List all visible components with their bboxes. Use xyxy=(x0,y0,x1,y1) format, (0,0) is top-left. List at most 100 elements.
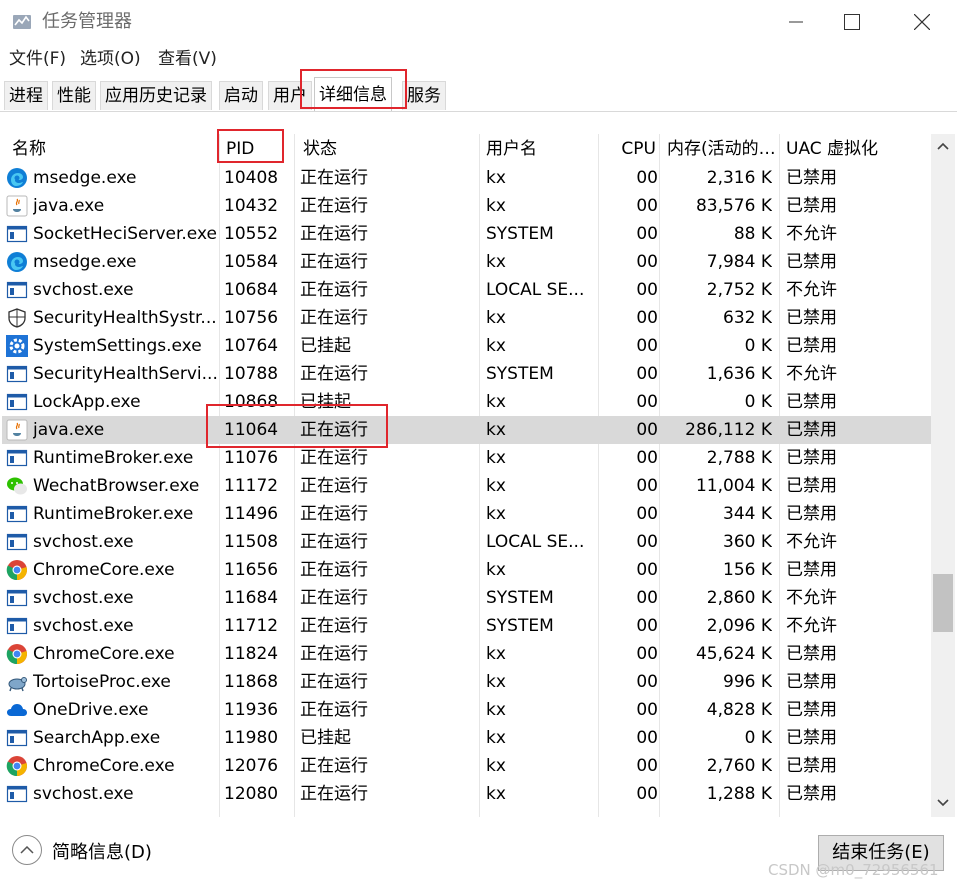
chrome-icon xyxy=(6,643,28,665)
table-row[interactable]: WechatBrowser.exe 11172 正在运行 kx 00 11,004 K 已禁… xyxy=(2,472,931,500)
scrollbar-thumb[interactable] xyxy=(933,574,953,632)
process-name: java.exe xyxy=(33,420,105,440)
process-status: 正在运行 xyxy=(300,504,368,524)
table-row[interactable]: RuntimeBroker.exe 11076 正在运行 kx 00 2,788 K 已禁用 xyxy=(2,444,931,472)
table-row[interactable]: ChromeCore.exe 12076 正在运行 kx 00 2,760 K 已禁用 xyxy=(2,752,931,780)
table-row[interactable]: SearchApp.exe 11980 已挂起 kx 00 0 K 已禁用 xyxy=(2,724,931,752)
process-pid: 11712 xyxy=(224,616,279,636)
column-user[interactable]: 用户名 xyxy=(479,134,597,164)
process-name: svchost.exe xyxy=(33,588,134,608)
tab-users[interactable]: 用户 xyxy=(268,81,312,110)
table-row[interactable]: msedge.exe 10408 正在运行 kx 00 2,316 K 已禁用 xyxy=(2,164,931,192)
tab-app-history[interactable]: 应用历史记录 xyxy=(100,81,212,110)
process-uac: 已禁用 xyxy=(786,784,837,804)
column-uac[interactable]: UAC 虚拟化 xyxy=(779,134,931,164)
menu-options[interactable]: 选项(O) xyxy=(80,48,141,70)
scroll-down-icon[interactable] xyxy=(937,799,949,807)
tortoise-icon xyxy=(6,671,28,693)
tab-details[interactable]: 详细信息 xyxy=(314,77,392,111)
table-row[interactable]: SocketHeciServer.exe 10552 正在运行 SYSTEM 00 88 … xyxy=(2,220,931,248)
chrome-icon xyxy=(6,559,28,581)
column-name[interactable]: 名称 xyxy=(2,134,217,164)
process-memory: 2,788 K xyxy=(706,448,772,468)
process-uac: 不允许 xyxy=(786,532,837,552)
process-pid: 11076 xyxy=(224,448,279,468)
process-user: kx xyxy=(486,504,506,524)
process-pid: 10756 xyxy=(224,308,279,328)
process-uac: 已禁用 xyxy=(786,756,837,776)
tab-startup[interactable]: 启动 xyxy=(219,81,263,110)
process-pid: 10788 xyxy=(224,364,279,384)
process-cpu: 00 xyxy=(636,532,658,552)
win-icon xyxy=(6,279,28,301)
table-row[interactable]: OneDrive.exe 11936 正在运行 kx 00 4,828 K 已禁用 xyxy=(2,696,931,724)
scroll-up-icon[interactable] xyxy=(937,142,949,150)
process-status: 正在运行 xyxy=(300,448,368,468)
menu-file[interactable]: 文件(F) xyxy=(9,48,66,70)
column-status[interactable]: 状态 xyxy=(293,134,479,164)
wechat-icon xyxy=(6,475,28,497)
table-row[interactable]: SecurityHealthServi... 10788 正在运行 SYSTEM 00 1… xyxy=(2,360,931,388)
process-cpu: 00 xyxy=(636,644,658,664)
minimize-button[interactable] xyxy=(764,0,828,44)
maximize-button[interactable] xyxy=(820,0,884,44)
process-user: kx xyxy=(486,644,506,664)
close-button[interactable] xyxy=(890,0,954,44)
process-memory: 2,316 K xyxy=(706,168,772,188)
process-cpu: 00 xyxy=(636,308,658,328)
process-memory: 2,860 K xyxy=(706,588,772,608)
table-row[interactable]: SecurityHealthSystr... 10756 正在运行 kx 00 632 K… xyxy=(2,304,931,332)
close-icon xyxy=(914,14,930,30)
table-row[interactable]: svchost.exe 11684 正在运行 SYSTEM 00 2,860 K 不允许 xyxy=(2,584,931,612)
process-memory: 156 K xyxy=(723,560,772,580)
process-cpu: 00 xyxy=(636,700,658,720)
win-icon xyxy=(6,783,28,805)
table-row[interactable]: java.exe 11064 正在运行 kx 00 286,112 K 已禁用 xyxy=(2,416,931,444)
fewer-details-link[interactable]: 简略信息(D) xyxy=(52,841,152,865)
process-status: 正在运行 xyxy=(300,308,368,328)
table-row[interactable]: svchost.exe 11508 正在运行 LOCAL SE... 00 360 K 不允… xyxy=(2,528,931,556)
win-icon xyxy=(6,531,28,553)
process-name: SocketHeciServer.exe xyxy=(33,224,217,244)
table-row[interactable]: svchost.exe 12080 正在运行 kx 00 1,288 K 已禁用 xyxy=(2,780,931,808)
process-status: 正在运行 xyxy=(300,168,368,188)
process-user: kx xyxy=(486,560,506,580)
table-row[interactable]: msedge.exe 10584 正在运行 kx 00 7,984 K 已禁用 xyxy=(2,248,931,276)
menu-view[interactable]: 查看(V) xyxy=(158,48,217,70)
table-row[interactable]: SystemSettings.exe 10764 已挂起 kx 00 0 K 已禁用 xyxy=(2,332,931,360)
process-user: LOCAL SE... xyxy=(486,532,585,552)
process-status: 正在运行 xyxy=(300,532,368,552)
tab-performance[interactable]: 性能 xyxy=(52,81,96,110)
table-row[interactable]: svchost.exe 11712 正在运行 SYSTEM 00 2,096 K 不允许 xyxy=(2,612,931,640)
table-row[interactable]: RuntimeBroker.exe 11496 正在运行 kx 00 344 K 已禁用 xyxy=(2,500,931,528)
tab-services[interactable]: 服务 xyxy=(402,81,446,110)
process-status: 正在运行 xyxy=(300,672,368,692)
table-row[interactable]: ChromeCore.exe 11656 正在运行 kx 00 156 K 已禁用 xyxy=(2,556,931,584)
process-cpu: 00 xyxy=(636,252,658,272)
process-status: 正在运行 xyxy=(300,196,368,216)
process-user: kx xyxy=(486,448,506,468)
column-memory[interactable]: 内存(活动的… xyxy=(659,134,779,164)
process-user: kx xyxy=(486,308,506,328)
vertical-scrollbar[interactable] xyxy=(931,134,955,817)
table-row[interactable]: LockApp.exe 10868 已挂起 kx 00 0 K 已禁用 xyxy=(2,388,931,416)
tab-processes[interactable]: 进程 xyxy=(4,81,48,110)
table-row[interactable]: ChromeCore.exe 11824 正在运行 kx 00 45,624 K 已禁用 xyxy=(2,640,931,668)
process-status: 正在运行 xyxy=(300,756,368,776)
process-memory: 45,624 K xyxy=(695,644,772,664)
sort-ascending-icon: ^ xyxy=(252,134,263,142)
table-row[interactable]: TortoiseProc.exe 11868 正在运行 kx 00 996 K 已禁用 xyxy=(2,668,931,696)
process-memory: 1,636 K xyxy=(706,364,772,384)
process-memory: 996 K xyxy=(723,672,772,692)
win-icon xyxy=(6,727,28,749)
shield-icon xyxy=(6,307,28,329)
table-row[interactable]: svchost.exe 10684 正在运行 LOCAL SE... 00 2,752 K… xyxy=(2,276,931,304)
process-cpu: 00 xyxy=(636,280,658,300)
process-uac: 已禁用 xyxy=(786,392,837,412)
process-uac: 已禁用 xyxy=(786,560,837,580)
process-memory: 0 K xyxy=(744,392,772,412)
fewer-details-toggle[interactable] xyxy=(12,835,42,865)
column-cpu[interactable]: CPU xyxy=(597,134,659,164)
table-row[interactable]: java.exe 10432 正在运行 kx 00 83,576 K 已禁用 xyxy=(2,192,931,220)
process-status: 已挂起 xyxy=(300,392,351,412)
